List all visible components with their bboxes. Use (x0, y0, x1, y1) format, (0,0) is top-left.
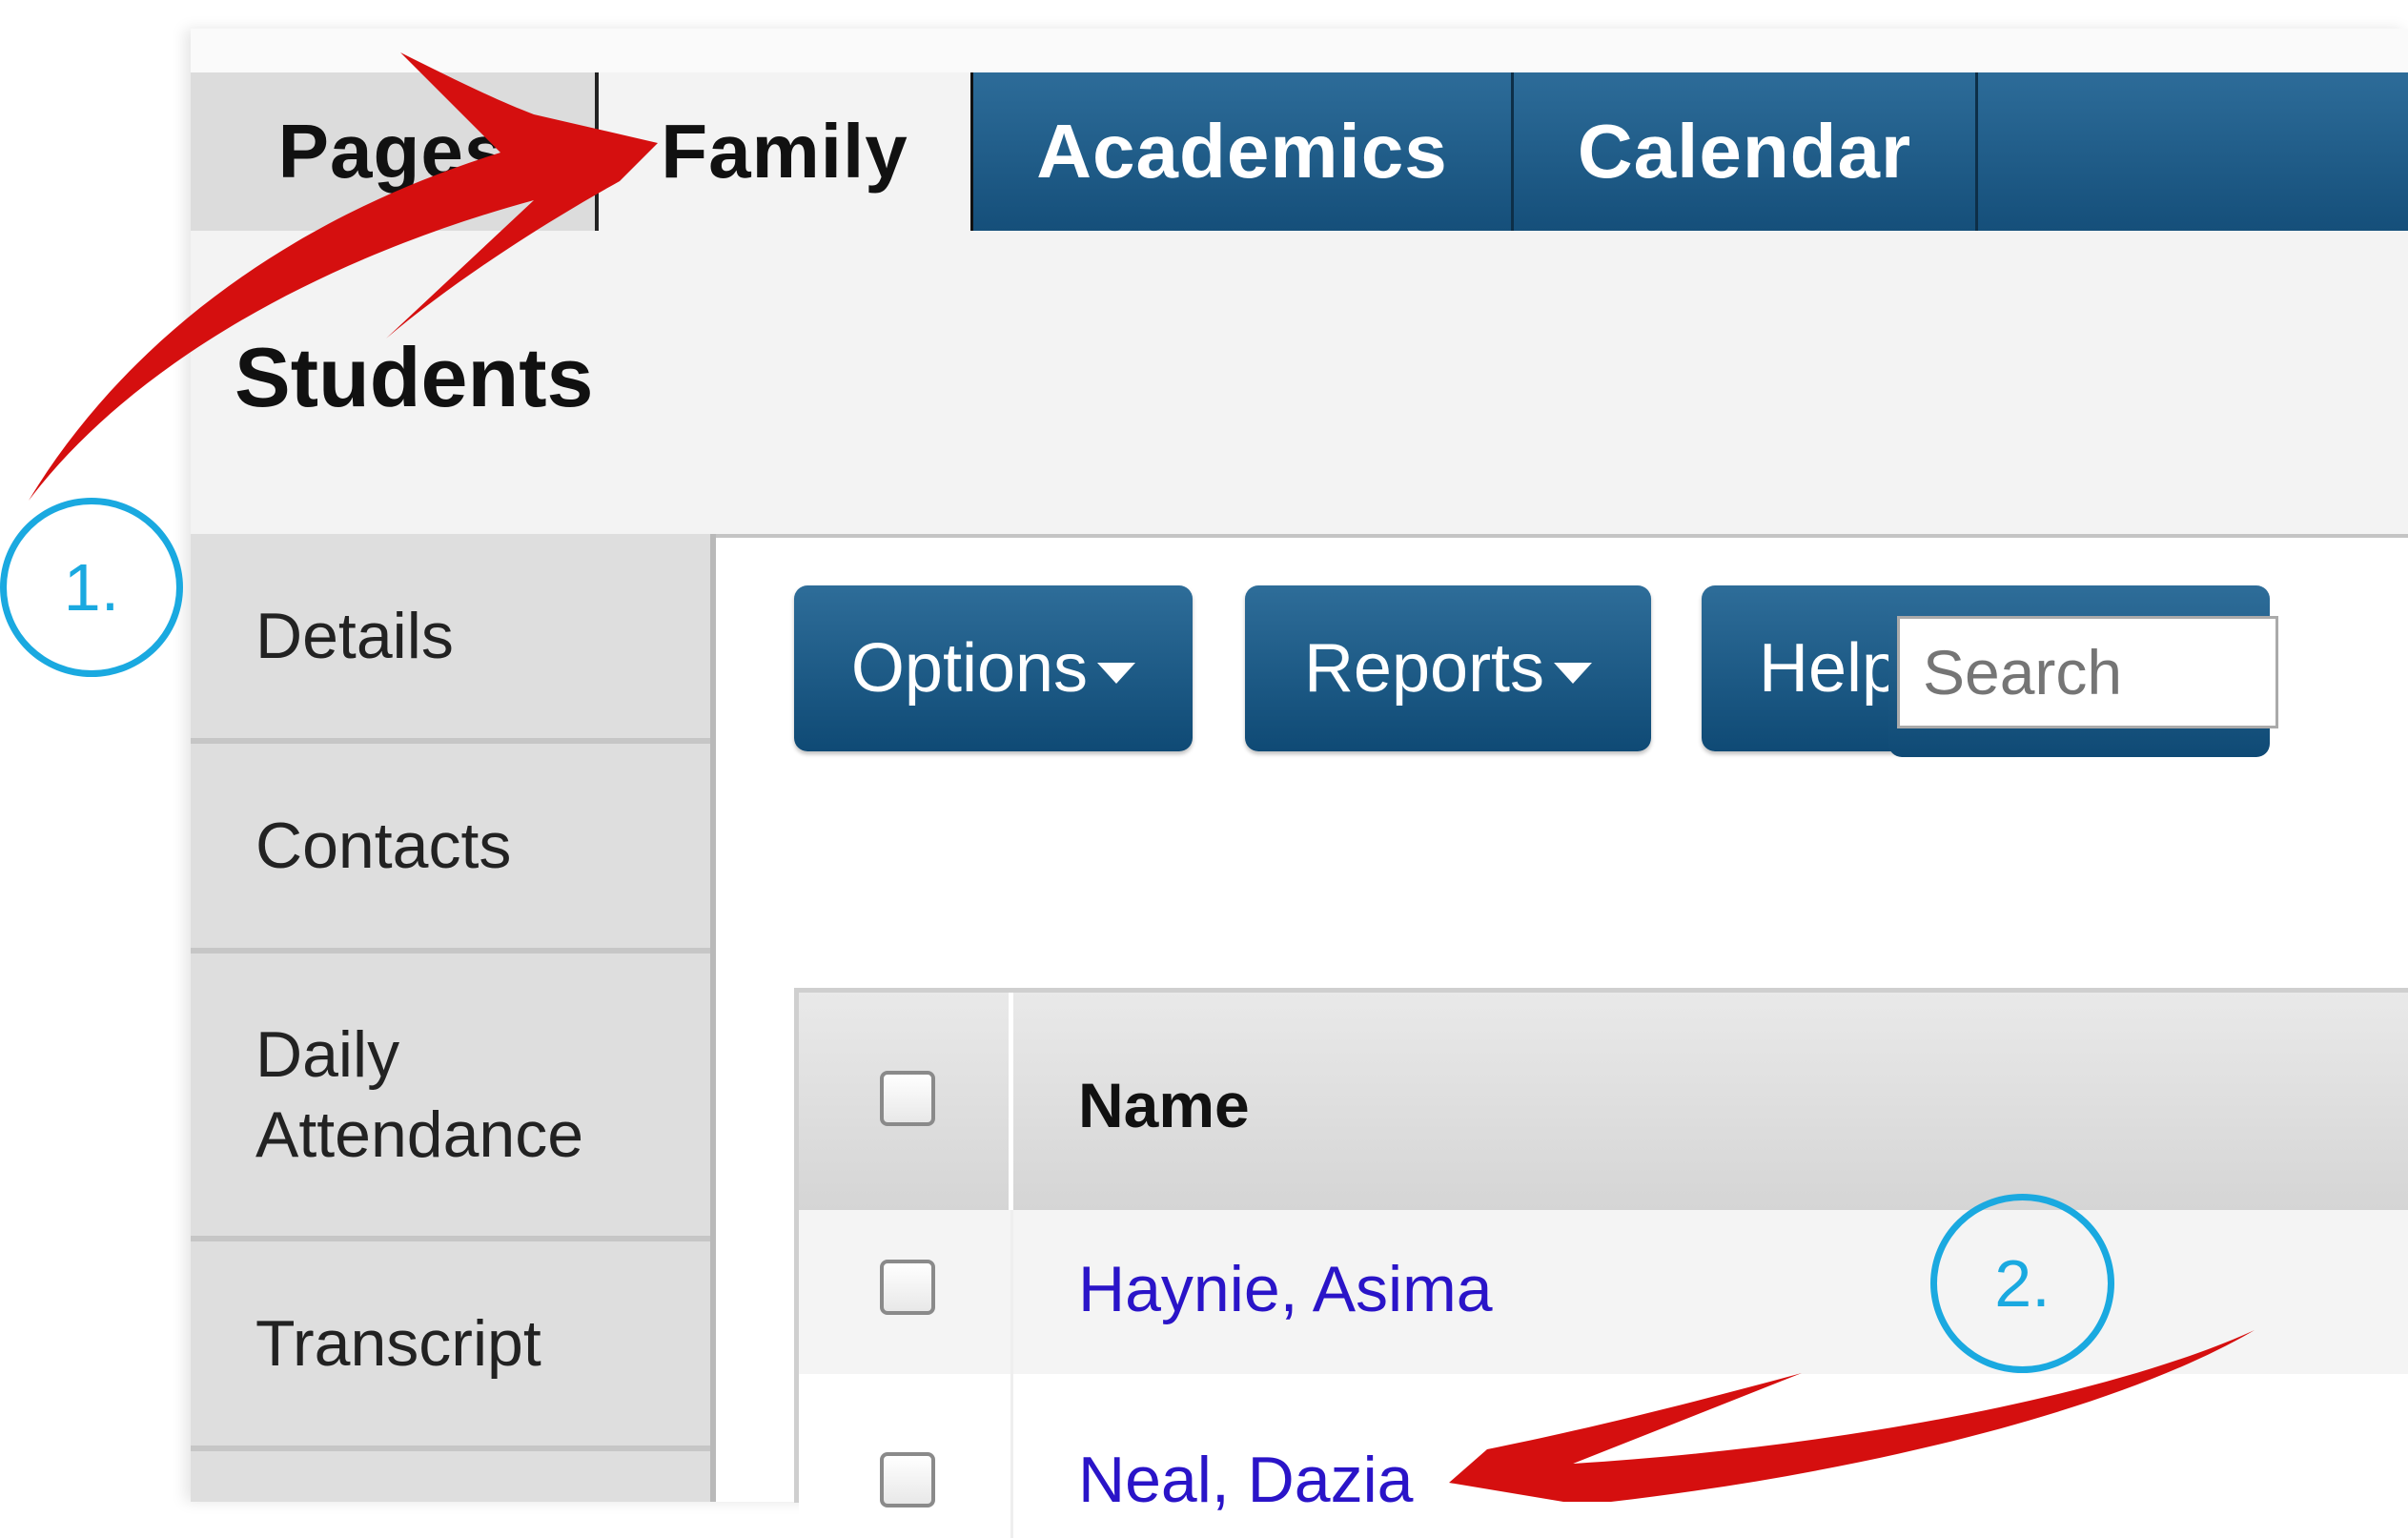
callout-step-1: 1. (0, 498, 183, 677)
arrow-step2 (1449, 1330, 2255, 1502)
arrow-step1 (29, 52, 658, 501)
callout-step-2-label: 2. (1994, 1246, 2051, 1321)
callout-step-1-label: 1. (63, 550, 120, 625)
callout-step-2: 2. (1930, 1194, 2114, 1373)
